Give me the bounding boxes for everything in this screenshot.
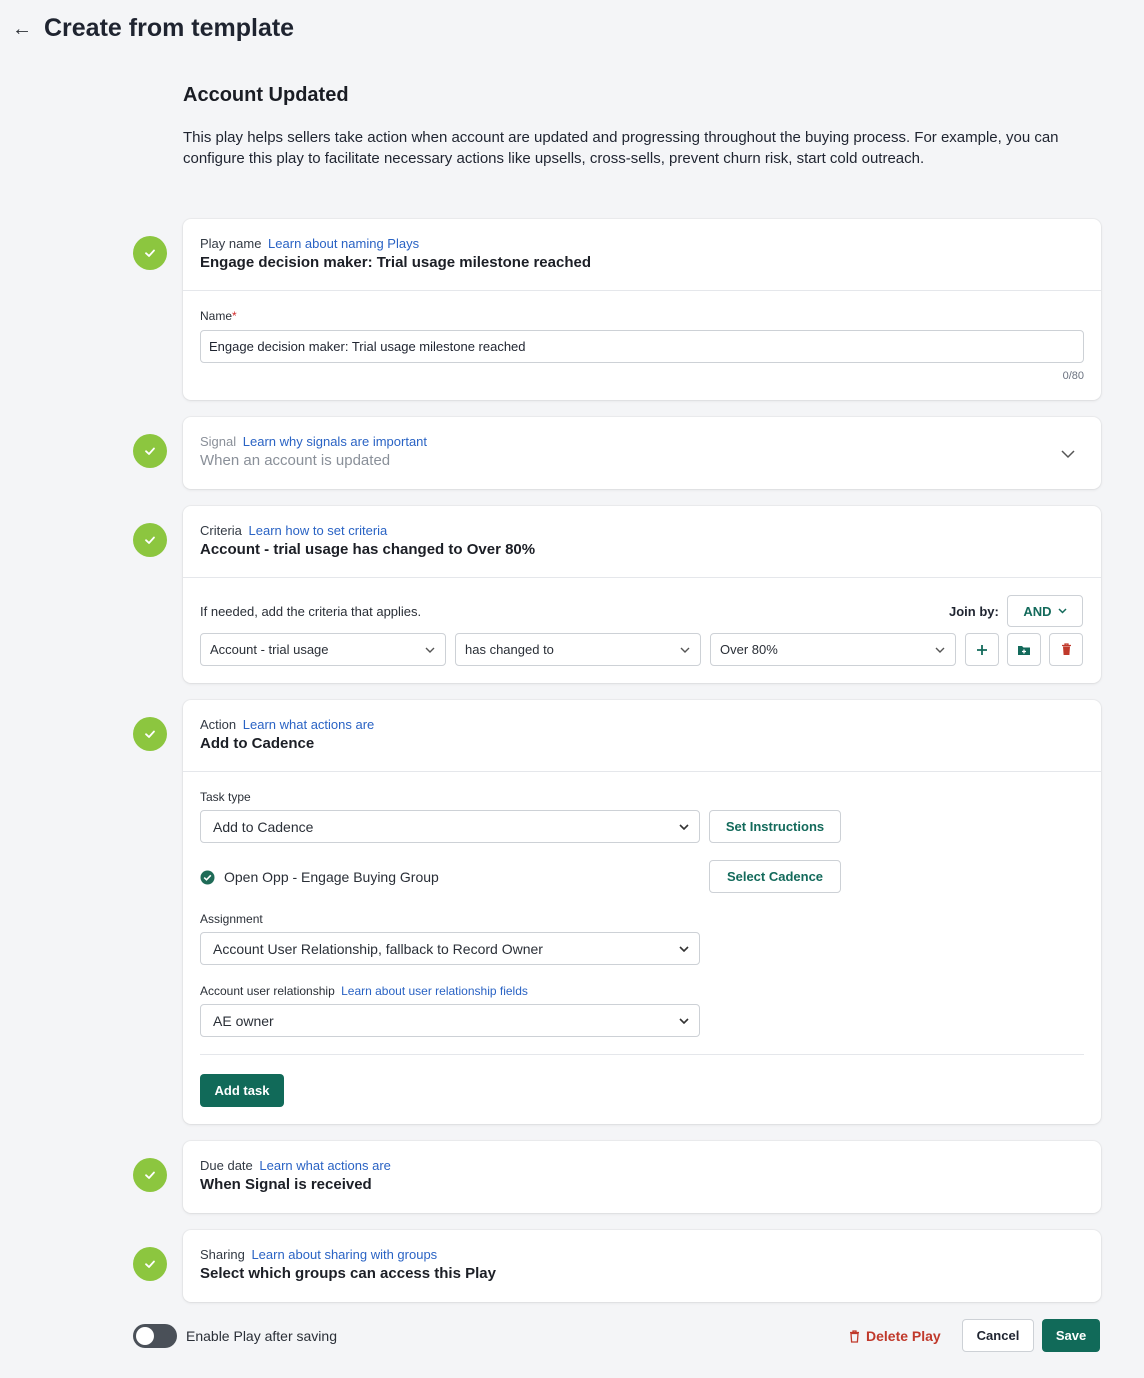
task-type-value: Add to Cadence [213, 818, 314, 835]
name-field-label: Name [200, 309, 233, 323]
due-date-actions-link[interactable]: Learn what actions are [259, 1158, 391, 1173]
template-title: Account Updated [183, 84, 349, 106]
divider [200, 1054, 1084, 1055]
criteria-hint: If needed, add the criteria that applies… [200, 604, 422, 619]
delete-play-button[interactable]: Delete Play [849, 1328, 941, 1344]
task-type-select[interactable]: Add to Cadence [200, 810, 700, 843]
chevron-down-icon [679, 945, 689, 952]
step-complete-check-icon [133, 236, 167, 270]
criteria-operator-value: has changed to [465, 642, 554, 657]
due-date-kicker: Due date [200, 1158, 253, 1173]
play-name-kicker: Play name [200, 236, 262, 251]
due-date-card[interactable]: Due date Learn what actions are When Sig… [183, 1141, 1101, 1213]
sharing-groups-link[interactable]: Learn about sharing with groups [251, 1247, 437, 1262]
select-cadence-button[interactable]: Select Cadence [709, 860, 841, 893]
chevron-down-icon [680, 647, 690, 653]
action-card: Action Learn what actions are Add to Cad… [183, 700, 1101, 1124]
assignment-value: Account User Relationship, fallback to R… [213, 940, 543, 957]
add-task-button[interactable]: Add task [200, 1074, 284, 1107]
criteria-kicker: Criteria [200, 523, 242, 538]
relationship-label: Account user relationship [200, 984, 335, 998]
join-by-select[interactable]: AND [1007, 595, 1083, 627]
cancel-button[interactable]: Cancel [962, 1319, 1034, 1352]
add-criteria-button[interactable] [965, 633, 999, 666]
naming-plays-link[interactable]: Learn about naming Plays [268, 236, 419, 251]
chevron-down-icon[interactable] [1061, 446, 1075, 464]
required-asterisk: * [232, 309, 237, 323]
chevron-down-icon [935, 647, 945, 653]
signal-kicker: Signal [200, 434, 237, 449]
page-header: ← Create from template [12, 14, 294, 43]
delete-play-label: Delete Play [866, 1328, 941, 1344]
divider [183, 577, 1101, 578]
folder-plus-icon [1018, 645, 1030, 655]
delete-criteria-button[interactable] [1049, 633, 1083, 666]
relationship-select[interactable]: AE owner [200, 1004, 700, 1037]
criteria-card: Criteria Learn how to set criteria Accou… [183, 506, 1101, 683]
play-name-input[interactable] [200, 330, 1084, 363]
step-complete-check-icon [133, 434, 167, 468]
action-headline: Add to Cadence [200, 735, 315, 752]
join-by-value: AND [1023, 603, 1052, 619]
relationship-fields-link[interactable]: Learn about user relationship fields [341, 984, 528, 998]
step-complete-check-icon [133, 1158, 167, 1192]
back-arrow-icon[interactable]: ← [12, 19, 32, 39]
step-complete-check-icon [133, 523, 167, 557]
criteria-field-select[interactable]: Account - trial usage [200, 633, 446, 666]
signal-headline: When an account is updated [200, 452, 391, 469]
join-by-label: Join by: [949, 604, 999, 619]
criteria-value-select[interactable]: Over 80% [710, 633, 956, 666]
trash-icon [1061, 643, 1071, 655]
due-date-headline: When Signal is received [200, 1176, 372, 1193]
enable-play-toggle[interactable] [133, 1324, 177, 1348]
criteria-value: Over 80% [720, 642, 778, 657]
sharing-headline: Select which groups can access this Play [200, 1265, 496, 1282]
set-criteria-link[interactable]: Learn how to set criteria [249, 523, 388, 538]
sharing-kicker: Sharing [200, 1247, 245, 1262]
trash-icon [850, 1329, 859, 1343]
assignment-label: Assignment [200, 912, 263, 926]
plus-icon [977, 644, 987, 655]
add-criteria-group-button[interactable] [1007, 633, 1041, 666]
assignment-select[interactable]: Account User Relationship, fallback to R… [200, 932, 700, 965]
chevron-down-icon [1058, 608, 1067, 614]
criteria-field-value: Account - trial usage [210, 642, 329, 657]
save-button[interactable]: Save [1042, 1319, 1100, 1352]
task-type-label: Task type [200, 790, 251, 804]
sharing-card[interactable]: Sharing Learn about sharing with groups … [183, 1230, 1101, 1302]
toggle-knob [136, 1327, 154, 1345]
page-title: Create from template [44, 14, 295, 42]
action-kicker: Action [200, 717, 237, 732]
template-intro: Account Updated This play helps sellers … [183, 84, 1103, 169]
chevron-down-icon [425, 647, 435, 653]
step-complete-check-icon [133, 717, 167, 751]
set-instructions-button[interactable]: Set Instructions [709, 810, 841, 843]
divider [183, 771, 1101, 772]
check-circle-icon [200, 870, 215, 884]
chevron-down-icon [679, 823, 689, 830]
chevron-down-icon [679, 1017, 689, 1024]
template-description: This play helps sellers take action when… [183, 129, 1059, 167]
signal-card[interactable]: Signal Learn why signals are important W… [183, 417, 1101, 489]
criteria-operator-select[interactable]: has changed to [455, 633, 701, 666]
enable-play-label: Enable Play after saving [186, 1328, 337, 1344]
character-counter: 0/80 [1062, 370, 1084, 382]
relationship-value: AE owner [213, 1012, 274, 1029]
step-complete-check-icon [133, 1247, 167, 1281]
selected-cadence-name: Open Opp - Engage Buying Group [224, 869, 439, 885]
signals-important-link[interactable]: Learn why signals are important [243, 434, 427, 449]
play-name-headline: Engage decision maker: Trial usage miles… [200, 254, 591, 271]
actions-link[interactable]: Learn what actions are [243, 717, 375, 732]
criteria-headline: Account - trial usage has changed to Ove… [200, 541, 536, 558]
play-name-card: Play name Learn about naming Plays Engag… [183, 219, 1101, 400]
selected-cadence: Open Opp - Engage Buying Group [200, 869, 439, 885]
